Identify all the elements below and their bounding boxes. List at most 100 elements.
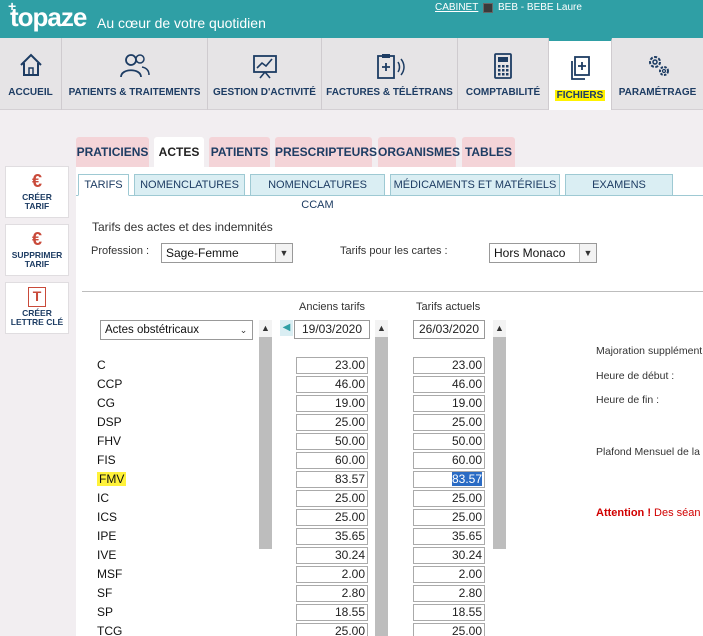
anciens-scroll-up[interactable]: ▲ xyxy=(375,320,388,337)
old-tarif-input[interactable]: 50.00 xyxy=(296,433,368,450)
euro-add-icon: € xyxy=(31,171,42,191)
tab-tarifs[interactable]: TARIFS xyxy=(78,174,129,196)
chevron-down-icon: ▼ xyxy=(579,244,596,262)
nav-parametrage[interactable]: PARAMÉTRAGE xyxy=(612,38,703,110)
nav-gestion[interactable]: GESTION D'ACTIVITÉ xyxy=(208,38,322,110)
old-tarif-input[interactable]: 25.00 xyxy=(296,509,368,526)
tarif-code: IVE xyxy=(97,548,117,562)
old-tarif-input[interactable]: 30.24 xyxy=(296,547,368,564)
category-select[interactable]: Actes obstétricaux ⌄ xyxy=(100,320,253,340)
tarif-code: CG xyxy=(97,396,115,410)
prev-date-arrow[interactable]: ◀ xyxy=(280,320,293,336)
new-tarif-input[interactable]: 18.55 xyxy=(413,604,485,621)
divider xyxy=(82,291,703,292)
tarif-code: IPE xyxy=(97,529,117,543)
profession-label: Profession : xyxy=(91,245,150,257)
profession-select[interactable]: Sage-Femme ▼ xyxy=(161,243,293,263)
new-tarif-input[interactable]: 19.00 xyxy=(413,395,485,412)
new-tarif-input[interactable]: 60.00 xyxy=(413,452,485,469)
tarif-code: TCG xyxy=(97,624,123,636)
codes-scrollbar[interactable] xyxy=(259,337,272,549)
new-tarif-input[interactable]: 30.24 xyxy=(413,547,485,564)
tarif-code: SP xyxy=(97,605,114,619)
tab-organismes[interactable]: ORGANISMES xyxy=(378,137,460,167)
gears-icon xyxy=(648,56,669,76)
actes-subtabs: TARIFS NOMENCLATURES NOMENCLATURES CCAM … xyxy=(76,174,703,211)
actuels-scrollbar[interactable] xyxy=(493,337,506,549)
old-tarif-input[interactable]: 25.00 xyxy=(296,623,368,636)
tarif-code: MSF xyxy=(97,567,123,581)
tarif-code: FHV xyxy=(97,434,121,448)
tab-medicaments[interactable]: MÉDICAMENTS ET MATÉRIELS xyxy=(390,174,560,196)
old-tarif-input[interactable]: 25.00 xyxy=(296,414,368,431)
anciens-date[interactable]: 19/03/2020 xyxy=(294,320,370,339)
tarif-code: FMV xyxy=(97,472,127,486)
tab-praticiens[interactable]: PRATICIENS xyxy=(76,137,149,167)
delete-tarif-button[interactable]: € SUPPRIMER TARIF xyxy=(5,224,69,276)
cabinet-link[interactable]: CABINET xyxy=(435,2,478,13)
app-logo: + topaze xyxy=(8,0,87,32)
old-tarif-input[interactable]: 2.80 xyxy=(296,585,368,602)
tagline: Au cœur de votre quotidien xyxy=(97,15,266,31)
new-tarif-input[interactable]: 23.00 xyxy=(413,357,485,374)
chart-board-icon xyxy=(252,55,277,79)
actuels-scroll-up[interactable]: ▲ xyxy=(493,320,506,337)
tab-actes[interactable]: ACTES xyxy=(154,137,204,167)
nav-patients[interactable]: PATIENTS & TRAITEMENTS xyxy=(62,38,208,110)
new-tarif-input[interactable]: 83.57 xyxy=(413,471,485,488)
anciens-scrollbar[interactable] xyxy=(375,337,388,636)
tab-nomenclatures-ccam[interactable]: NOMENCLATURES CCAM xyxy=(250,174,385,211)
old-tarif-input[interactable]: 83.57 xyxy=(296,471,368,488)
new-tarif-input[interactable]: 2.00 xyxy=(413,566,485,583)
cartes-label: Tarifs pour les cartes : xyxy=(340,245,448,257)
old-tarif-input[interactable]: 19.00 xyxy=(296,395,368,412)
users-icon xyxy=(119,54,150,78)
attention-message: Attention ! Des séan xyxy=(596,507,701,519)
new-tarif-input[interactable]: 46.00 xyxy=(413,376,485,393)
tab-patients[interactable]: PATIENTS xyxy=(209,137,270,167)
tarif-code: IC xyxy=(97,491,109,505)
create-tarif-button[interactable]: € CRÉER TARIF xyxy=(5,166,69,218)
main-nav: ACCUEIL PATIENTS & TRAITEMENTS GESTION D… xyxy=(0,38,703,110)
tab-examens[interactable]: EXAMENS xyxy=(565,174,673,196)
anciens-header: Anciens tarifs xyxy=(299,301,366,313)
create-letter-key-button[interactable]: T CRÉER LETTRE CLÉ xyxy=(5,282,69,334)
new-tarif-input[interactable]: 25.00 xyxy=(413,414,485,431)
tab-prescripteurs[interactable]: PRESCRIPTEURS xyxy=(275,137,377,167)
heure-fin-label: Heure de fin : xyxy=(596,394,660,406)
new-tarif-input[interactable]: 2.80 xyxy=(413,585,485,602)
cartes-select[interactable]: Hors Monaco ▼ xyxy=(489,243,597,263)
calculator-icon xyxy=(494,53,512,79)
nav-comptabilite[interactable]: COMPTABILITÉ xyxy=(458,38,549,110)
actuels-header: Tarifs actuels xyxy=(416,301,481,313)
tarif-code: ICS xyxy=(97,510,118,524)
tarif-code: DSP xyxy=(97,415,122,429)
old-tarif-input[interactable]: 2.00 xyxy=(296,566,368,583)
old-tarif-input[interactable]: 18.55 xyxy=(296,604,368,621)
old-tarif-input[interactable]: 60.00 xyxy=(296,452,368,469)
new-tarif-input[interactable]: 35.65 xyxy=(413,528,485,545)
clipboard-signal-icon xyxy=(376,54,405,79)
new-tarif-input[interactable]: 25.00 xyxy=(413,509,485,526)
top-bar: + topaze Au cœur de votre quotidien CABIN… xyxy=(0,0,703,38)
tarif-code: CCP xyxy=(97,377,123,391)
nav-factures[interactable]: FACTURES & TÉLÉTRANS xyxy=(322,38,458,110)
home-icon xyxy=(19,53,42,76)
chevron-down-icon: ▼ xyxy=(275,244,292,262)
nav-accueil[interactable]: ACCUEIL xyxy=(0,38,62,110)
old-tarif-input[interactable]: 23.00 xyxy=(296,357,368,374)
nav-fichiers[interactable]: FICHIERS xyxy=(549,38,612,110)
new-tarif-input[interactable]: 25.00 xyxy=(413,490,485,507)
actes-panel: TARIFS NOMENCLATURES NOMENCLATURES CCAM … xyxy=(76,167,703,636)
heure-debut-label: Heure de début : xyxy=(596,370,675,382)
codes-scroll-up[interactable]: ▲ xyxy=(259,320,272,337)
new-tarif-input[interactable]: 25.00 xyxy=(413,623,485,636)
new-tarif-input[interactable]: 50.00 xyxy=(413,433,485,450)
tab-nomenclatures[interactable]: NOMENCLATURES xyxy=(134,174,245,196)
old-tarif-input[interactable]: 25.00 xyxy=(296,490,368,507)
old-tarif-input[interactable]: 46.00 xyxy=(296,376,368,393)
old-tarif-input[interactable]: 35.65 xyxy=(296,528,368,545)
actuels-date[interactable]: 26/03/2020 xyxy=(413,320,485,339)
tab-tables[interactable]: TABLES xyxy=(462,137,515,167)
section-title: Tarifs des actes et des indemnités xyxy=(92,220,273,234)
